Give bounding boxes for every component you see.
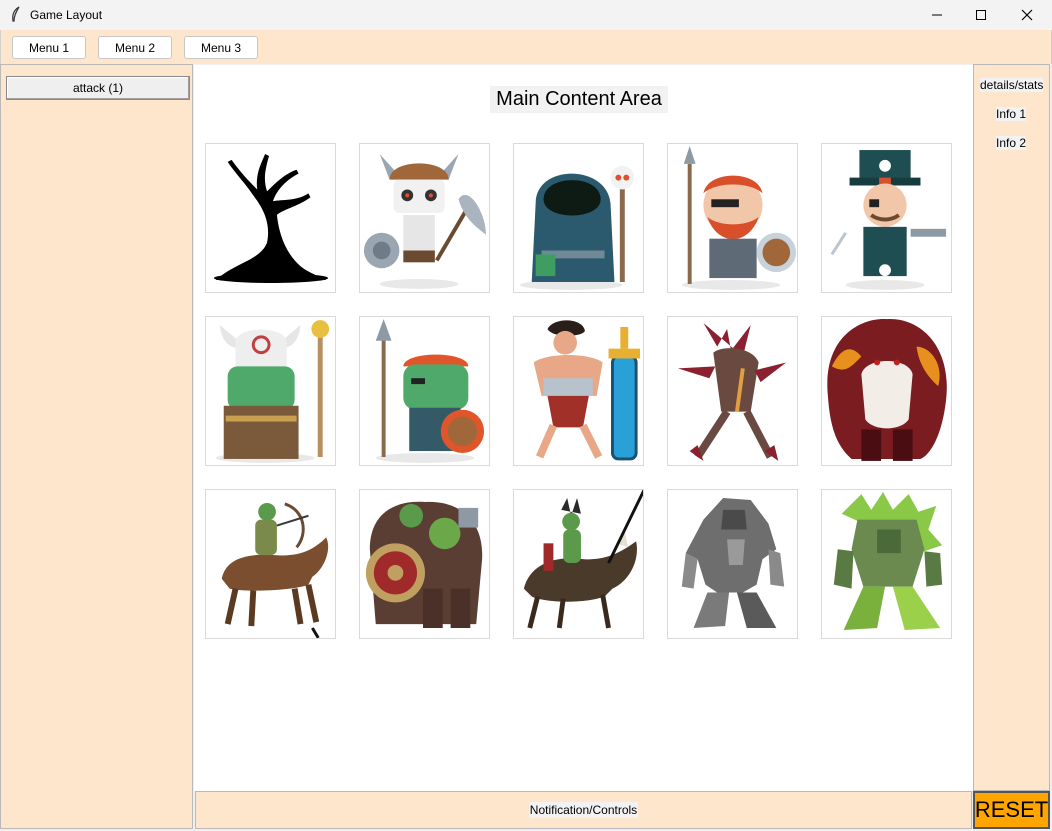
maximize-button[interactable] [958,0,1004,30]
card-dead-tree[interactable] [205,143,336,293]
maximize-icon [976,10,986,20]
barbarian-swordsman-image [533,320,641,461]
card-viking-skeleton[interactable] [359,143,490,293]
left-panel: attack (1) [0,64,193,829]
stone-golem-image [681,498,785,629]
main-title: Main Content Area [490,86,668,113]
card-red-bearded-dwarf[interactable] [667,143,798,293]
menu-3-button[interactable]: Menu 3 [184,36,258,59]
card-orc-horse-archer[interactable] [205,489,336,639]
red-ogre-image [827,318,947,461]
goblin-boar-rider-image [523,490,643,629]
card-pirate-captain[interactable] [821,143,952,293]
attack-button[interactable]: attack (1) [6,76,190,100]
notification-controls-bar: Notification/Controls [195,791,972,829]
orc-shaman-image [215,320,330,463]
orc-horse-archer-image [221,502,329,638]
card-hooded-cultist[interactable] [513,143,644,293]
card-armored-orc-shield[interactable] [359,489,490,639]
info-2-label: Info 2 [996,136,1027,150]
pirate-captain-image [830,150,947,290]
hooded-cultist-image [519,165,635,290]
menu-1-button[interactable]: Menu 1 [12,36,86,59]
info-1-label: Info 1 [996,107,1027,121]
right-panel: details/stats Info 1 Info 2 [973,64,1050,791]
notification-label: Notification/Controls [528,802,639,818]
card-orc-spearman[interactable] [359,316,490,466]
card-red-eyed-demon[interactable] [667,316,798,466]
card-goblin-boar-rider[interactable] [513,489,644,639]
card-red-ogre[interactable] [821,316,952,466]
minimize-icon [932,14,942,16]
moss-golem-image [833,492,943,630]
close-icon [1021,9,1033,21]
orc-spearman-image [375,319,485,463]
card-stone-golem[interactable] [667,489,798,639]
minimize-button[interactable] [914,0,960,30]
feather-icon [12,6,20,22]
menu-2-button[interactable]: Menu 2 [98,36,172,59]
title-bar: Game Layout [0,0,1052,30]
red-eyed-demon-image [677,323,787,461]
red-bearded-dwarf-image [681,146,797,290]
close-button[interactable] [1004,0,1050,30]
card-barbarian-swordsman[interactable] [513,316,644,466]
card-orc-shaman[interactable] [205,316,336,466]
details-stats-label: details/stats [980,78,1044,92]
viking-skeleton-image [363,153,487,289]
menu-bar: Menu 1 Menu 2 Menu 3 [0,30,1052,64]
reset-button[interactable]: RESET [973,791,1050,829]
dead-tree-image [213,153,329,283]
main-content-area: Main Content Area [194,65,973,791]
card-moss-golem[interactable] [821,489,952,639]
armored-orc-shield-image [365,501,483,629]
window-title: Game Layout [30,8,103,22]
